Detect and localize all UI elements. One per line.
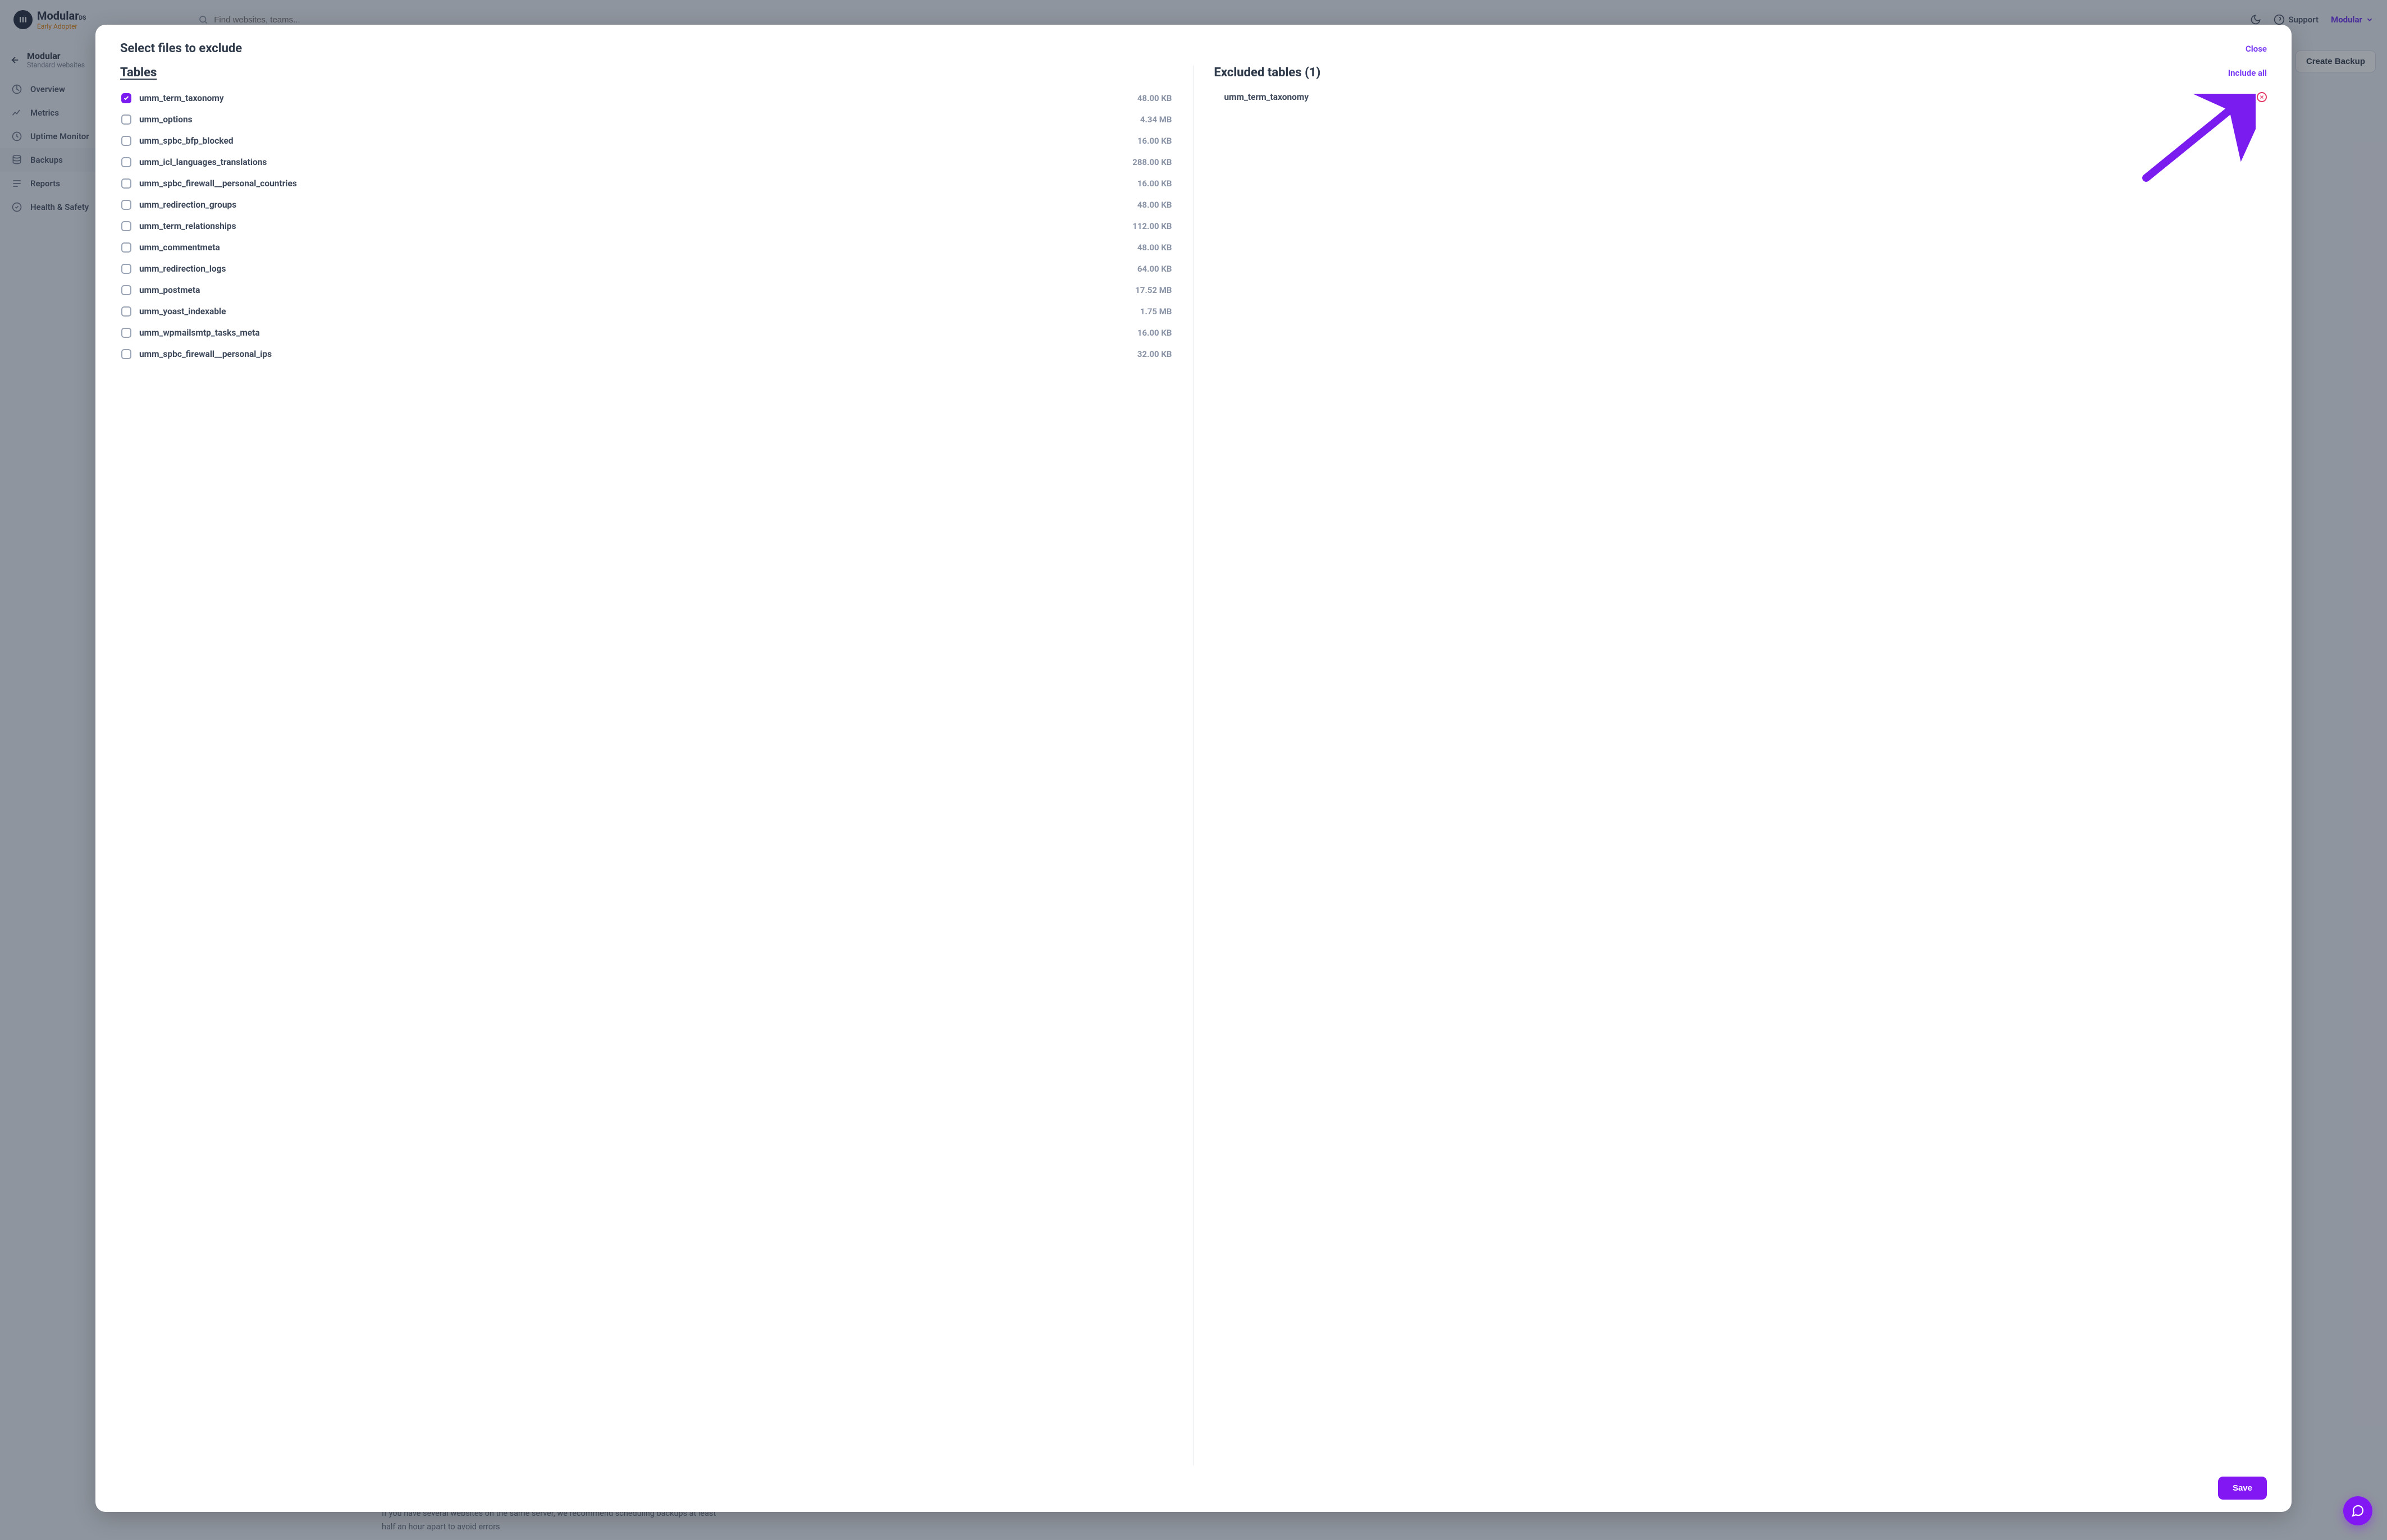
modal-header: Select files to exclude Close <box>120 42 2267 56</box>
table-row[interactable]: umm_wpmailsmtp_tasks_meta 16.00 KB <box>120 322 1173 343</box>
table-checkbox[interactable] <box>121 136 131 146</box>
excluded-column: Excluded tables (1) Include all umm_term… <box>1194 66 2267 1465</box>
table-size: 16.00 KB <box>1137 328 1172 338</box>
modal-body: Tables umm_term_taxonomy 48.00 KB umm_opti… <box>120 66 2267 1465</box>
table-size: 16.00 KB <box>1137 136 1172 146</box>
tables-title[interactable]: Tables <box>120 66 157 80</box>
table-size: 112.00 KB <box>1132 221 1172 231</box>
table-row[interactable]: umm_options 4.34 MB <box>120 109 1173 130</box>
modal-title: Select files to exclude <box>120 42 242 56</box>
modal-footer: Save <box>120 1465 2267 1500</box>
table-checkbox[interactable] <box>121 264 131 274</box>
tables-list[interactable]: umm_term_taxonomy 48.00 KB umm_options 4.34… <box>120 88 1173 1465</box>
table-checkbox[interactable] <box>121 285 131 295</box>
table-name: umm_term_relationships <box>139 221 1124 231</box>
table-checkbox[interactable] <box>121 349 131 359</box>
table-name: umm_spbc_firewall__personal_ips <box>139 349 1130 359</box>
table-checkbox[interactable] <box>121 114 131 125</box>
table-row[interactable]: umm_spbc_firewall__personal_countries 16.… <box>120 173 1173 194</box>
tables-column: Tables umm_term_taxonomy 48.00 KB umm_opti… <box>120 66 1194 1465</box>
save-button[interactable]: Save <box>2218 1477 2267 1500</box>
table-row[interactable]: umm_icl_languages_translations 288.00 KB <box>120 152 1173 173</box>
table-size: 48.00 KB <box>1137 242 1172 253</box>
table-row[interactable]: umm_redirection_groups 48.00 KB <box>120 194 1173 216</box>
table-size: 1.75 MB <box>1140 306 1172 317</box>
table-checkbox[interactable] <box>121 178 131 189</box>
table-row[interactable]: umm_commentmeta 48.00 KB <box>120 237 1173 258</box>
excluded-row: umm_term_taxonomy 48.00 KB <box>1214 88 2267 107</box>
table-size: 17.52 MB <box>1135 285 1172 295</box>
table-row[interactable]: umm_postmeta 17.52 MB <box>120 279 1173 301</box>
excluded-header: Excluded tables (1) Include all <box>1214 66 2267 80</box>
table-name: umm_redirection_logs <box>139 264 1130 274</box>
table-size: 4.34 MB <box>1140 114 1172 125</box>
exclude-modal: Select files to exclude Close Tables umm… <box>95 25 2292 1512</box>
chat-icon <box>2351 1504 2365 1518</box>
tables-header: Tables <box>120 66 1173 80</box>
annotation-arrow <box>2132 94 2256 184</box>
excluded-size: 48.00 KB <box>2216 92 2251 102</box>
table-name: umm_commentmeta <box>139 242 1130 253</box>
table-row[interactable]: umm_spbc_bfp_blocked 16.00 KB <box>120 130 1173 152</box>
table-checkbox[interactable] <box>121 93 131 103</box>
table-name: umm_postmeta <box>139 285 1127 295</box>
include-all-button[interactable]: Include all <box>2228 68 2267 78</box>
table-size: 32.00 KB <box>1137 349 1172 359</box>
table-size: 48.00 KB <box>1137 93 1172 103</box>
table-size: 288.00 KB <box>1132 157 1172 167</box>
table-size: 48.00 KB <box>1137 200 1172 210</box>
excluded-name: umm_term_taxonomy <box>1214 92 2211 102</box>
table-checkbox[interactable] <box>121 242 131 253</box>
table-name: umm_wpmailsmtp_tasks_meta <box>139 328 1130 338</box>
table-size: 64.00 KB <box>1137 264 1172 274</box>
table-checkbox[interactable] <box>121 306 131 317</box>
table-checkbox[interactable] <box>121 221 131 231</box>
table-name: umm_spbc_firewall__personal_countries <box>139 178 1130 189</box>
table-checkbox[interactable] <box>121 328 131 338</box>
table-row[interactable]: umm_spbc_firewall__personal_ips 32.00 KB <box>120 343 1173 365</box>
table-row[interactable]: umm_redirection_logs 64.00 KB <box>120 258 1173 279</box>
table-size: 16.00 KB <box>1137 178 1172 189</box>
excluded-list: umm_term_taxonomy 48.00 KB <box>1214 88 2267 107</box>
chat-fab[interactable] <box>2343 1496 2372 1525</box>
table-name: umm_redirection_groups <box>139 200 1130 210</box>
table-name: umm_yoast_indexable <box>139 306 1132 317</box>
remove-excluded-button[interactable] <box>2257 92 2267 102</box>
table-name: umm_spbc_bfp_blocked <box>139 136 1130 146</box>
table-checkbox[interactable] <box>121 200 131 210</box>
table-name: umm_term_taxonomy <box>139 93 1130 103</box>
table-name: umm_icl_languages_translations <box>139 157 1124 167</box>
table-row[interactable]: umm_term_taxonomy 48.00 KB <box>120 88 1173 109</box>
excluded-title: Excluded tables (1) <box>1214 66 1321 80</box>
table-checkbox[interactable] <box>121 157 131 167</box>
table-row[interactable]: umm_yoast_indexable 1.75 MB <box>120 301 1173 322</box>
table-row[interactable]: umm_term_relationships 112.00 KB <box>120 216 1173 237</box>
table-name: umm_options <box>139 114 1132 125</box>
close-button[interactable]: Close <box>2246 44 2267 54</box>
